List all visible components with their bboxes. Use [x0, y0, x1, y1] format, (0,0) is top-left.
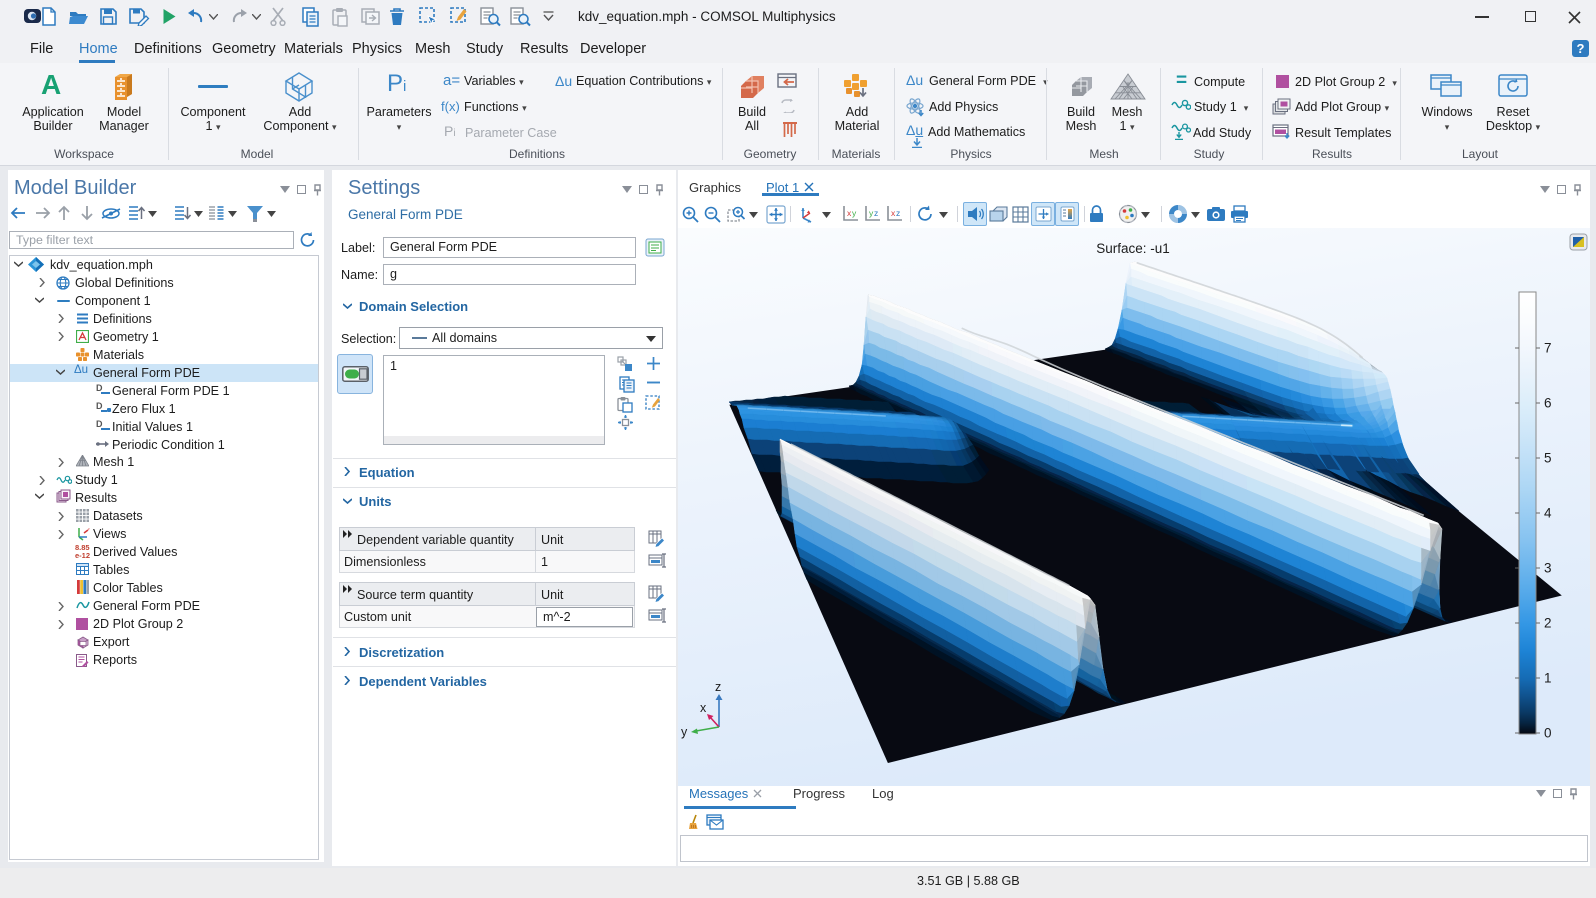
svg-text:z: z [874, 208, 878, 218]
svg-text:y: y [681, 725, 688, 739]
svg-text:0: 0 [1544, 726, 1552, 741]
svg-text:Surface: -u1: Surface: -u1 [1096, 241, 1170, 256]
svg-text:y: y [852, 208, 857, 218]
svg-text:x: x [700, 701, 707, 715]
svg-text:6: 6 [1544, 396, 1552, 411]
svg-text:1: 1 [1544, 671, 1552, 686]
svg-text:z: z [896, 208, 900, 218]
svg-text:3: 3 [1544, 561, 1552, 576]
svg-text:5: 5 [1544, 451, 1552, 466]
svg-text:7: 7 [1544, 341, 1552, 356]
svg-text:2: 2 [1544, 616, 1552, 631]
svg-text:z: z [715, 680, 721, 694]
svg-text:4: 4 [1544, 506, 1552, 521]
